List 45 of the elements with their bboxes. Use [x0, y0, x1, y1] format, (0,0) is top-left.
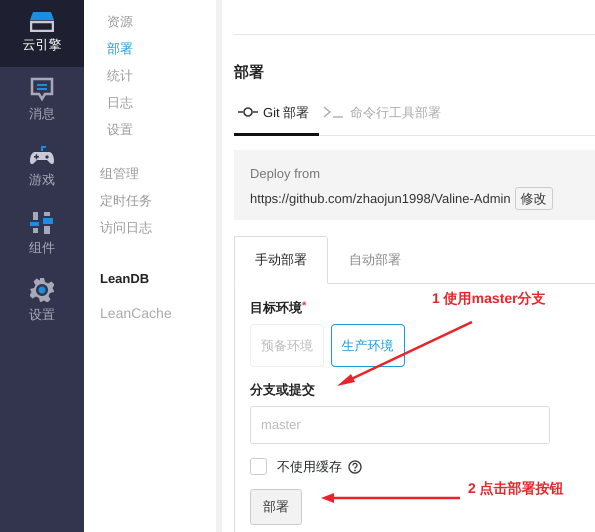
settings-icon [30, 278, 54, 302]
nav-label: 游戏 [29, 171, 55, 190]
nav-label: 组件 [29, 239, 55, 258]
source-label: Deploy from [250, 165, 322, 183]
tab[interactable]: 自动部署 [328, 236, 422, 284]
annotation-text: 2 点击部署按钮 [468, 479, 564, 498]
nav-item[interactable]: 消息 [0, 67, 84, 134]
nav-label: 云引擎 [22, 36, 62, 54]
blocks-icon [30, 211, 54, 236]
sidebar-item[interactable]: 日志 [84, 89, 216, 116]
help-icon[interactable] [348, 460, 362, 474]
sidebar-item[interactable]: 定时任务 [84, 187, 216, 214]
tab[interactable]: Git 部署 [234, 102, 320, 136]
sidebar-item[interactable]: LeanCache [84, 302, 216, 324]
nav-item[interactable]: 云引擎 [0, 0, 84, 67]
page-title: 部署 [234, 63, 265, 83]
checkbox[interactable] [250, 458, 267, 475]
option-button[interactable]: 生产环境 [330, 324, 404, 368]
sidebar-item[interactable]: 资源 [84, 8, 216, 35]
sidebar-item[interactable]: 部署 [84, 35, 216, 62]
repository-url: https://github.com/zhaojun1998/Valine-Admin [250, 190, 511, 208]
input-field[interactable]: master [250, 406, 550, 444]
sidebar-item[interactable]: 设置 [84, 116, 216, 143]
chat-icon [30, 77, 54, 102]
section-heading: LeanDB [99, 270, 150, 288]
commit-icon [238, 107, 258, 118]
sidebar-item[interactable]: 访问日志 [84, 214, 216, 241]
nav-label: 设置 [29, 306, 55, 324]
terminal-icon [323, 106, 346, 118]
nav-item[interactable]: 游戏 [0, 134, 84, 201]
box-icon [30, 12, 54, 32]
sidebar-item[interactable]: 组管理 [84, 160, 216, 187]
nav-item[interactable]: 组件 [0, 201, 84, 268]
field-label: 目标环境* [250, 298, 306, 317]
field-label: 分支或提交 [250, 381, 315, 400]
tab[interactable]: 手动部署 [234, 236, 328, 284]
annotation-text: 1 使用master分支 [432, 289, 546, 308]
tab[interactable]: 命令行工具部署 [319, 102, 452, 136]
nav-label: 消息 [29, 105, 55, 124]
edit-button[interactable]: 修改 [514, 186, 553, 210]
checkbox-label: 不使用缓存 [276, 458, 342, 476]
deploy-button[interactable]: 部署 [250, 489, 302, 525]
option-button[interactable]: 预备环境 [250, 324, 324, 368]
sidebar-item[interactable]: 统计 [84, 62, 216, 89]
nav-item[interactable]: 设置 [0, 268, 84, 335]
